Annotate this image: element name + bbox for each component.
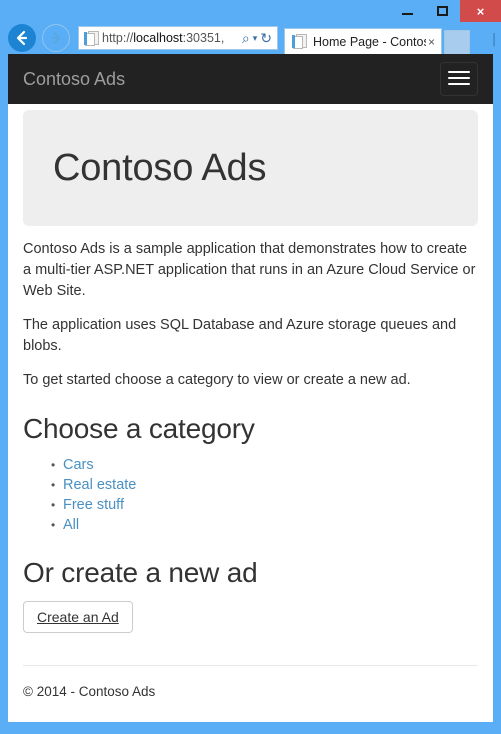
title-bar: × bbox=[0, 0, 501, 22]
hamburger-icon-bar bbox=[448, 71, 470, 73]
page-container: Contoso Ads Contoso Ads is a sample appl… bbox=[8, 110, 493, 699]
url-prefix: http:// bbox=[102, 31, 134, 45]
footer-divider bbox=[23, 665, 478, 666]
list-item: Free stuff bbox=[51, 495, 478, 515]
close-icon: × bbox=[476, 3, 485, 19]
tab-close-icon[interactable]: × bbox=[426, 35, 437, 49]
navbar-brand[interactable]: Contoso Ads bbox=[23, 54, 125, 104]
page-title: Contoso Ads bbox=[53, 146, 267, 189]
maximize-button[interactable] bbox=[425, 0, 460, 22]
list-item: Cars bbox=[51, 455, 478, 475]
category-list: Cars Real estate Free stuff All bbox=[23, 455, 478, 535]
forward-arrow-icon bbox=[51, 32, 61, 44]
footer-copyright: © 2014 - Contoso Ads bbox=[23, 684, 156, 699]
intro-paragraph-3: To get started choose a category to view… bbox=[23, 372, 411, 388]
site-navbar: Contoso Ads bbox=[8, 54, 493, 104]
address-bar-icons: ⌕ ▾ ↻ bbox=[242, 31, 274, 45]
back-arrow-icon bbox=[16, 30, 28, 46]
new-tab-button[interactable] bbox=[444, 30, 470, 54]
address-bar[interactable]: http://localhost:30351, ⌕ ▾ ↻ bbox=[78, 26, 278, 50]
close-button[interactable]: × bbox=[460, 0, 501, 22]
browser-window: × http://localhost:30351, ⌕ ▾ ↻ Home Pag… bbox=[0, 0, 501, 734]
category-link-cars[interactable]: Cars bbox=[63, 457, 94, 473]
search-icon[interactable]: ⌕ bbox=[242, 31, 250, 45]
list-item: Real estate bbox=[51, 475, 478, 495]
category-link-all[interactable]: All bbox=[63, 517, 79, 533]
toolbar-overflow-icon[interactable]: │ bbox=[491, 34, 498, 46]
window-controls: × bbox=[390, 0, 501, 22]
url-rest: :30351, bbox=[182, 31, 225, 45]
tab-title: Home Page - Contoso... bbox=[313, 34, 426, 49]
jumbotron: Contoso Ads bbox=[23, 110, 478, 226]
intro-paragraph-1: Contoso Ads is a sample application that… bbox=[23, 241, 476, 299]
tab-strip: Home Page - Contoso... × bbox=[284, 26, 470, 54]
browser-tab-home-page[interactable]: Home Page - Contoso... × bbox=[284, 28, 442, 54]
navbar-toggle-button[interactable] bbox=[440, 62, 478, 96]
create-ad-heading: Or create a new ad bbox=[23, 557, 258, 588]
tab-favicon-icon bbox=[292, 34, 307, 49]
intro-paragraph-2: The application uses SQL Database and Az… bbox=[23, 317, 457, 354]
back-button[interactable] bbox=[8, 24, 36, 52]
site-favicon-icon bbox=[84, 30, 99, 46]
list-item: All bbox=[51, 515, 478, 535]
forward-button[interactable] bbox=[42, 24, 70, 52]
minimize-icon bbox=[402, 13, 413, 15]
category-link-free-stuff[interactable]: Free stuff bbox=[63, 497, 124, 513]
create-an-ad-button[interactable]: Create an Ad bbox=[23, 601, 133, 633]
chevron-down-icon[interactable]: ▾ bbox=[253, 33, 258, 43]
hamburger-icon-bar bbox=[448, 77, 470, 79]
browser-toolbar: http://localhost:30351, ⌕ ▾ ↻ Home Page … bbox=[0, 22, 501, 54]
hamburger-icon-bar bbox=[448, 83, 470, 85]
content-body: Contoso Ads is a sample application that… bbox=[23, 226, 478, 699]
refresh-icon[interactable]: ↻ bbox=[260, 31, 272, 45]
page-viewport: Contoso Ads Contoso Ads Contoso Ads is a… bbox=[8, 54, 493, 722]
url-host: localhost bbox=[133, 31, 183, 45]
choose-category-heading: Choose a category bbox=[23, 413, 255, 444]
minimize-button[interactable] bbox=[390, 0, 425, 22]
category-link-real-estate[interactable]: Real estate bbox=[63, 477, 136, 493]
address-bar-url: http://localhost:30351, bbox=[102, 31, 242, 45]
maximize-icon bbox=[437, 6, 448, 16]
